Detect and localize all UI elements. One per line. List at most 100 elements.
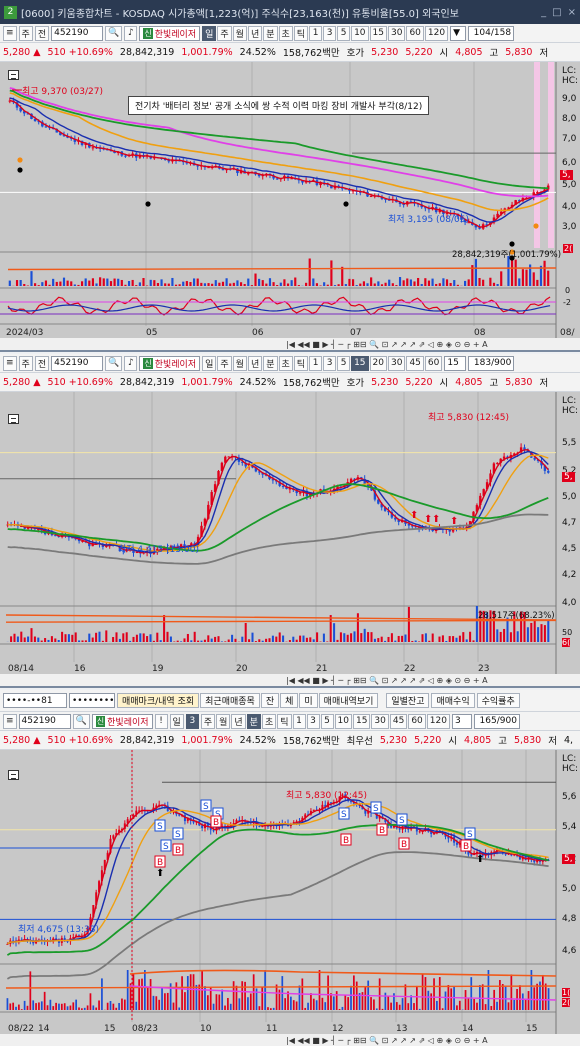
- period-button-11[interactable]: 15: [369, 25, 387, 41]
- trade-tab-5[interactable]: 매매내역보기: [318, 693, 379, 708]
- mode-button[interactable]: 주: [18, 25, 33, 41]
- trade-tab-3[interactable]: 체: [280, 693, 299, 708]
- speaker-icon[interactable]: ♪: [124, 25, 138, 41]
- period-button-10[interactable]: 15: [352, 713, 371, 729]
- right-tab-0[interactable]: 일별잔고: [386, 693, 430, 708]
- period-button-12[interactable]: 30: [387, 355, 406, 371]
- period-button-0[interactable]: 일: [202, 25, 217, 41]
- period-button-1[interactable]: 월: [216, 713, 231, 729]
- period-button-7[interactable]: 1: [309, 355, 323, 371]
- period-button-8[interactable]: 5: [320, 713, 334, 729]
- period-button-13[interactable]: 45: [406, 355, 424, 371]
- trade-tab-0[interactable]: 매매마크/내역 조회: [117, 693, 200, 708]
- scroll-controls[interactable]: |◀ ◀◀ ■ ▶ ┤ ─ ┌ ⊞⊟ 🔍 ⊡ ↗ ↗ ↗ ⇗ ◁ ⊕ ◈ ⊙ ⊖…: [286, 340, 488, 349]
- period-button-0[interactable]: 주: [200, 713, 216, 729]
- period-button-12[interactable]: 45: [389, 713, 408, 729]
- right-tab-2[interactable]: 수익률추: [476, 693, 520, 708]
- chart-settings-icon[interactable]: [8, 770, 19, 780]
- close-icon[interactable]: ×: [568, 7, 576, 18]
- all-button[interactable]: 전: [34, 355, 50, 371]
- period-button-3[interactable]: 년: [247, 25, 263, 41]
- period-button-4[interactable]: 분: [263, 25, 278, 41]
- password-field[interactable]: ••••••••: [69, 693, 115, 708]
- period-button-14[interactable]: 60: [424, 355, 443, 371]
- chart-scrollbar[interactable]: |◀ ◀◀ ■ ▶ ┤ ─ ┌ ⊞⊟ 🔍 ⊡ ↗ ↗ ↗ ⇗ ◁ ⊕ ◈ ⊙ ⊖…: [0, 674, 580, 686]
- period-button-5[interactable]: 초: [278, 355, 293, 371]
- bar-count-field[interactable]: 165/900: [473, 713, 520, 729]
- period-button-4[interactable]: 분: [263, 355, 278, 371]
- right-tab-1[interactable]: 매매수익: [431, 693, 475, 708]
- period-button-10[interactable]: 15: [351, 355, 369, 371]
- maximize-icon[interactable]: □: [552, 7, 561, 18]
- bar-count-field[interactable]: 183/900: [468, 355, 515, 371]
- period-button-4[interactable]: 초: [261, 713, 277, 729]
- period-select[interactable]: 15: [444, 355, 467, 371]
- period-button-2[interactable]: 월: [232, 355, 247, 371]
- period-button-12[interactable]: 30: [387, 25, 406, 41]
- period-button-5[interactable]: 틱: [277, 713, 292, 729]
- period-button-13[interactable]: 60: [406, 25, 424, 41]
- speaker-icon[interactable]: ♪: [124, 355, 138, 371]
- period-button-14[interactable]: 120: [424, 25, 449, 41]
- trade-tab-2[interactable]: 잔: [260, 693, 280, 708]
- volume-bar: [37, 637, 40, 642]
- stock-name-field[interactable]: 신 한빛레이저: [139, 25, 201, 41]
- period-button-9[interactable]: 5: [337, 355, 351, 371]
- period-button-8[interactable]: 3: [323, 25, 337, 41]
- stock-code-input[interactable]: 452190: [18, 713, 71, 729]
- search-icon[interactable]: 🔍: [105, 25, 123, 41]
- period-button-6[interactable]: 틱: [293, 355, 309, 371]
- scroll-controls[interactable]: |◀ ◀◀ ■ ▶ ┤ ─ ┌ ⊞⊟ 🔍 ⊡ ↗ ↗ ↗ ⇗ ◁ ⊕ ◈ ⊙ ⊖…: [286, 676, 488, 685]
- period-button-2[interactable]: 월: [232, 25, 247, 41]
- mode-button[interactable]: 주: [18, 355, 33, 371]
- chart-scrollbar[interactable]: |◀ ◀◀ ■ ▶ ┤ ─ ┌ ⊞⊟ 🔍 ⊡ ↗ ↗ ↗ ⇗ ◁ ⊕ ◈ ⊙ ⊖…: [0, 1034, 580, 1046]
- period-button-8[interactable]: 3: [323, 355, 337, 371]
- period-button-1[interactable]: 주: [217, 355, 232, 371]
- search-icon[interactable]: 🔍: [105, 355, 123, 371]
- 15min-chart-area[interactable]: ⬆ ⬆ ⬆ ⬆ 최고 5,830 (12:45) 최저 4,415 (13:00) 2…: [0, 392, 580, 674]
- sub-button[interactable]: 3: [185, 713, 199, 729]
- menu-dropdown-button[interactable]: ≡: [3, 25, 17, 41]
- period-button-3[interactable]: 분: [246, 713, 261, 729]
- alert-button[interactable]: !: [154, 713, 168, 729]
- period-button-7[interactable]: 1: [309, 25, 323, 41]
- stock-name-field[interactable]: 신 한빛레이저: [139, 355, 201, 371]
- chart-settings-icon[interactable]: [8, 70, 19, 80]
- bar-count-field[interactable]: 104/158: [468, 25, 515, 41]
- search-icon[interactable]: 🔍: [72, 713, 90, 729]
- period-button-6[interactable]: 틱: [293, 25, 309, 41]
- period-button-11[interactable]: 30: [371, 713, 389, 729]
- period-button-7[interactable]: 3: [306, 713, 320, 729]
- period-button-5[interactable]: 초: [278, 25, 293, 41]
- daily-chart-area[interactable]: 전기차 '배터리 정보' 공개 소식에 쌍 수적 이력 마킹 장비 개발사 부각…: [0, 62, 580, 338]
- stock-name-field[interactable]: 신 한빛레이저: [91, 713, 153, 729]
- trade-tab-1[interactable]: 최근매매종목: [200, 693, 260, 708]
- chart-scrollbar[interactable]: |◀ ◀◀ ■ ▶ ┤ ─ ┌ ⊞⊟ 🔍 ⊡ ↗ ↗ ↗ ⇗ ◁ ⊕ ◈ ⊙ ⊖…: [0, 338, 580, 350]
- period-button-6[interactable]: 1: [292, 713, 306, 729]
- trade-tab-4[interactable]: 미: [299, 693, 318, 708]
- menu-dropdown-button[interactable]: ≡: [3, 355, 17, 371]
- account-field[interactable]: ••••-••81: [3, 693, 67, 708]
- minimize-icon[interactable]: _: [541, 7, 546, 18]
- period-button-11[interactable]: 20: [369, 355, 387, 371]
- period-button-10[interactable]: 10: [351, 25, 369, 41]
- period-button-3[interactable]: 년: [247, 355, 263, 371]
- period-button-13[interactable]: 60: [408, 713, 426, 729]
- stock-code-input[interactable]: 452190: [51, 355, 104, 371]
- period-button-0[interactable]: 일: [202, 355, 217, 371]
- menu-dropdown-button[interactable]: ≡: [3, 713, 17, 729]
- period-button-1[interactable]: 주: [217, 25, 232, 41]
- period-button-9[interactable]: 5: [337, 25, 351, 41]
- window-controls[interactable]: _ □ ×: [541, 7, 576, 18]
- period-select[interactable]: ▼: [450, 25, 467, 41]
- period-button-2[interactable]: 년: [231, 713, 246, 729]
- day-button[interactable]: 일: [169, 713, 184, 729]
- 3min-chart-area[interactable]: S S S S S S S S S B B B B B B B ⬆ ⬆ 최고 5,830 (12:45) 최저 4…: [0, 750, 580, 1034]
- scroll-controls[interactable]: |◀ ◀◀ ■ ▶ ┤ ─ ┌ ⊞⊟ 🔍 ⊡ ↗ ↗ ↗ ⇗ ◁ ⊕ ◈ ⊙ ⊖…: [286, 1036, 488, 1045]
- stock-code-input[interactable]: 452190: [51, 25, 104, 41]
- period-select[interactable]: 3: [451, 713, 472, 729]
- period-button-9[interactable]: 10: [334, 713, 352, 729]
- all-button[interactable]: 전: [34, 25, 50, 41]
- chart-settings-icon[interactable]: [8, 414, 19, 424]
- period-button-14[interactable]: 120: [426, 713, 450, 729]
